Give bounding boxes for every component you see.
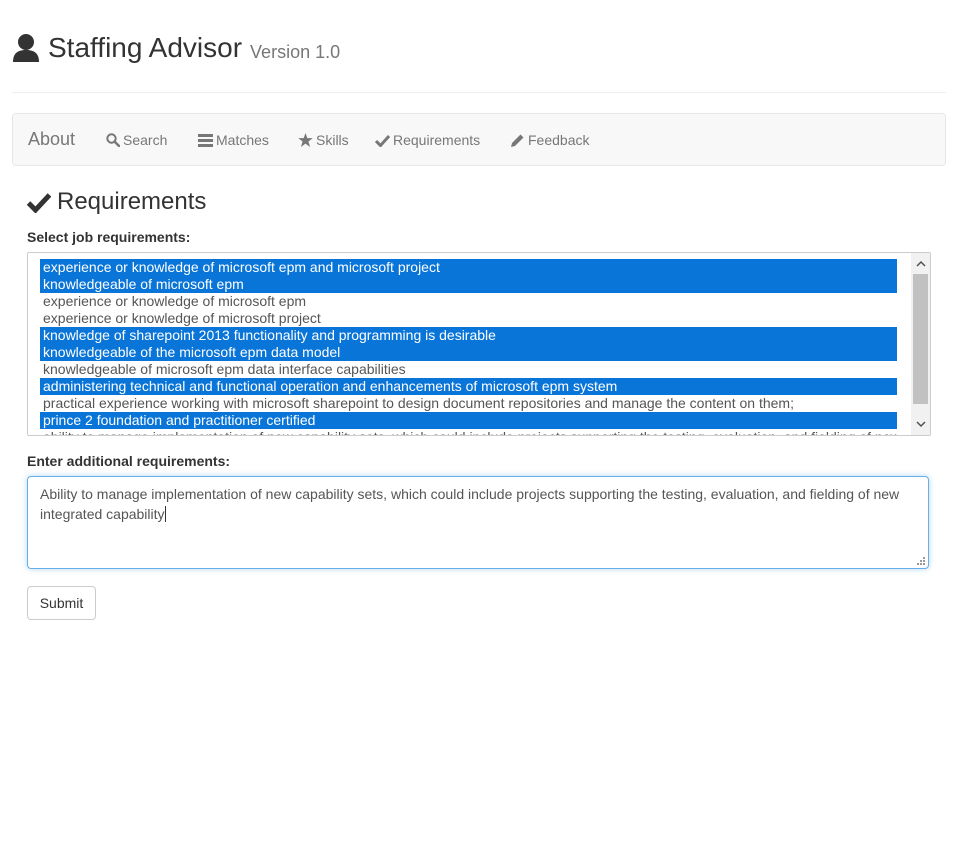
list-icon	[198, 134, 213, 147]
user-icon	[13, 34, 39, 62]
header-divider	[12, 92, 946, 93]
star-icon	[298, 133, 313, 147]
select-requirements-label: Select job requirements:	[27, 229, 191, 245]
page-title: Requirements	[57, 188, 207, 215]
nav-item-matches-label: Matches	[216, 132, 269, 148]
search-icon	[106, 133, 120, 147]
chevron-up-icon	[915, 260, 926, 267]
nav-item-search[interactable]: Search	[106, 132, 167, 148]
requirement-option[interactable]: prince 2 foundation and practitioner cer…	[40, 412, 897, 429]
nav-brand-about[interactable]: About	[28, 129, 75, 150]
chevron-down-icon	[915, 421, 926, 428]
requirement-option[interactable]: knowledge of sharepoint 2013 functionali…	[40, 327, 897, 344]
additional-requirements-textarea[interactable]: Ability to manage implementation of new …	[27, 476, 929, 569]
resize-grip-icon[interactable]	[915, 555, 925, 565]
requirements-multiselect[interactable]: experience or knowledge of microsoft epm…	[27, 252, 931, 436]
app-version: Version 1.0	[250, 41, 341, 62]
checkmark-icon	[27, 192, 51, 213]
checkmark-icon	[375, 134, 390, 147]
submit-button[interactable]: Submit	[27, 586, 96, 620]
app-header: Staffing Advisor Version 1.0	[12, 28, 340, 68]
scroll-down-button[interactable]	[911, 416, 930, 433]
requirements-options: experience or knowledge of microsoft epm…	[40, 259, 897, 435]
scroll-up-button[interactable]	[911, 255, 930, 272]
nav-item-feedback[interactable]: Feedback	[510, 132, 589, 148]
section-heading: Requirements	[27, 188, 206, 216]
requirement-option[interactable]: knowledgeable of microsoft epm data inte…	[40, 361, 897, 378]
nav-item-requirements[interactable]: Requirements	[375, 132, 480, 148]
scrollbar[interactable]	[911, 253, 930, 435]
nav-item-matches[interactable]: Matches	[198, 132, 269, 148]
nav-item-skills-label: Skills	[316, 132, 349, 148]
requirement-option[interactable]: knowledgeable of microsoft epm	[40, 276, 897, 293]
nav-item-requirements-label: Requirements	[393, 132, 481, 148]
requirement-option[interactable]: knowledgeable of the microsoft epm data …	[40, 344, 897, 361]
requirement-option[interactable]: administering technical and functional o…	[40, 378, 897, 395]
requirement-option[interactable]: experience or knowledge of microsoft epm…	[40, 259, 897, 276]
additional-requirements-label: Enter additional requirements:	[27, 453, 231, 469]
requirement-option[interactable]: experience or knowledge of microsoft epm	[40, 293, 897, 310]
textarea-value: Ability to manage implementation of new …	[40, 486, 900, 522]
navbar: About Search Matches Skills Requirements…	[12, 113, 946, 166]
text-caret	[164, 506, 166, 522]
scrollbar-thumb[interactable]	[913, 274, 928, 404]
nav-item-skills[interactable]: Skills	[298, 132, 349, 148]
app-title: Staffing Advisor	[48, 32, 243, 63]
nav-item-feedback-label: Feedback	[528, 132, 590, 148]
requirement-option[interactable]: ability to manage implementation of new …	[40, 429, 897, 435]
nav-item-search-label: Search	[123, 132, 168, 148]
requirement-option[interactable]: practical experience working with micros…	[40, 395, 897, 412]
pencil-icon	[511, 134, 524, 147]
requirement-option[interactable]: experience or knowledge of microsoft pro…	[40, 310, 897, 327]
